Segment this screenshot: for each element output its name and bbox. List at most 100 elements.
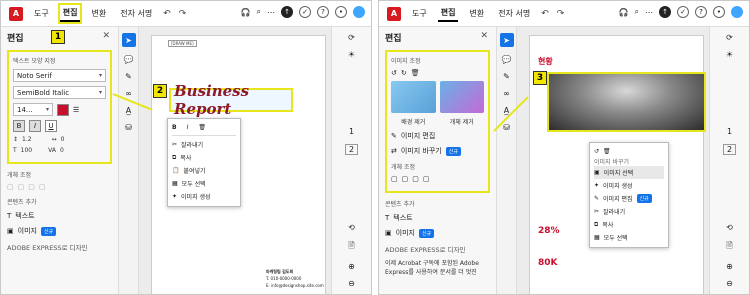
menu-tools[interactable]: 도구: [31, 6, 52, 21]
page-number[interactable]: 1: [727, 127, 732, 136]
font-select[interactable]: Noto Serif ▾: [13, 69, 106, 82]
zoom-out-icon[interactable]: ⊖: [348, 279, 355, 288]
link-icon[interactable]: ∞: [503, 89, 510, 98]
link-icon[interactable]: ∞: [125, 89, 132, 98]
add-text-button[interactable]: T 텍스트: [7, 211, 112, 221]
zoom-out-icon[interactable]: ⊖: [726, 279, 733, 288]
menu-copy[interactable]: ⧉ 복사: [594, 218, 664, 231]
menu-paste[interactable]: 📋 붙여넣기: [172, 164, 236, 177]
list-icon[interactable]: ☰: [73, 106, 79, 114]
menu-generate-image[interactable]: ✦ 이미지 생성: [172, 190, 236, 203]
menu-edit[interactable]: 편집: [57, 3, 83, 24]
sun-icon[interactable]: ☀: [348, 50, 355, 59]
zoom-in-icon[interactable]: ⊕: [348, 262, 355, 271]
text-color-swatch[interactable]: [57, 103, 69, 116]
trash-icon[interactable]: 🗑: [411, 69, 420, 77]
file-icon[interactable]: 🗎: [348, 240, 354, 254]
sun-icon[interactable]: ☀: [726, 50, 733, 59]
add-image-button[interactable]: ▣ 이미지 신규: [7, 226, 112, 236]
font-style-select[interactable]: SemiBold Italic ▾: [13, 86, 106, 99]
redo-icon[interactable]: ↷: [557, 9, 565, 19]
bold-icon[interactable]: B: [172, 124, 177, 131]
menu-generate-image[interactable]: ✦ 이미지 생성: [594, 179, 664, 192]
headphones-icon[interactable]: 🎧: [241, 8, 251, 17]
undo-icon[interactable]: ↶: [541, 9, 549, 19]
rotate-left-icon[interactable]: ↺: [391, 69, 397, 77]
undo-icon[interactable]: ↶: [163, 9, 171, 19]
stamp-icon[interactable]: ⛁: [503, 123, 510, 132]
menu-edit[interactable]: 편집: [437, 5, 459, 22]
menu-edit-image[interactable]: ✎ 이미지 편집 신규: [594, 192, 664, 205]
comment-icon[interactable]: 💬: [124, 55, 134, 64]
menu-select-all[interactable]: ▦ 모두 선택: [594, 231, 664, 244]
image-replace-button[interactable]: ⇄ 이미지 바꾸기 신규: [391, 146, 484, 156]
search-icon[interactable]: ⌕: [257, 7, 261, 17]
pen-icon[interactable]: ✎: [125, 72, 132, 81]
search-icon[interactable]: ⌕: [635, 7, 639, 17]
close-icon[interactable]: ✕: [102, 31, 110, 41]
baseline-value[interactable]: 0: [60, 147, 64, 154]
text-format-label: 텍스트 모양 지정: [13, 58, 56, 65]
menu-select-image[interactable]: ▣ 이미지 선택: [594, 166, 664, 179]
share-icon[interactable]: ↑: [659, 6, 671, 18]
file-icon[interactable]: 🗎: [726, 240, 732, 254]
menu-select-all[interactable]: ▦ 모두 선택: [172, 177, 236, 190]
pen-icon[interactable]: ✎: [503, 72, 510, 81]
avatar[interactable]: [731, 6, 743, 18]
page-number[interactable]: 1: [349, 127, 354, 136]
scale-value[interactable]: 100: [21, 147, 32, 154]
help-icon[interactable]: ?: [317, 6, 329, 18]
menu-tools[interactable]: 도구: [409, 6, 430, 21]
page-number-current[interactable]: 2: [344, 144, 359, 155]
italic-icon[interactable]: I: [187, 124, 189, 131]
text-select-icon[interactable]: A̲: [126, 106, 131, 115]
underline-button[interactable]: U: [45, 120, 57, 132]
select-tool-icon[interactable]: ➤: [499, 33, 514, 47]
bell-icon[interactable]: •: [713, 6, 725, 18]
image-edit-button[interactable]: ✎ 이미지 편집: [391, 131, 484, 141]
stamp-icon[interactable]: ⛁: [125, 123, 132, 132]
menu-esign[interactable]: 전자 서명: [117, 6, 155, 21]
refresh-icon[interactable]: ⟲: [726, 223, 733, 232]
more-icon[interactable]: ⋯: [267, 8, 275, 17]
help-icon[interactable]: ?: [695, 6, 707, 18]
staircase-image[interactable]: [547, 72, 706, 132]
trash-icon[interactable]: 🗑: [198, 124, 206, 131]
bell-icon[interactable]: •: [335, 6, 347, 18]
bold-button[interactable]: B: [13, 120, 25, 132]
select-tool-icon[interactable]: ➤: [121, 33, 136, 47]
headphones-icon[interactable]: 🎧: [619, 8, 629, 17]
obj-remove-thumb[interactable]: [439, 81, 484, 113]
close-icon[interactable]: ✕: [480, 31, 488, 41]
menu-convert[interactable]: 변환: [88, 6, 109, 21]
line-spacing-value[interactable]: 1.2: [22, 136, 32, 143]
sync-icon[interactable]: ⟳: [726, 33, 733, 42]
more-icon[interactable]: ⋯: [645, 8, 653, 17]
redo-icon[interactable]: ↷: [179, 9, 187, 19]
font-size-select[interactable]: 14... ▾: [13, 103, 53, 116]
avatar[interactable]: [353, 6, 365, 18]
check-icon[interactable]: ✓: [677, 6, 689, 18]
comment-icon[interactable]: 💬: [502, 55, 512, 64]
add-image-button[interactable]: ▣ 이미지 신규: [385, 228, 490, 238]
sync-icon[interactable]: ⟳: [348, 33, 355, 42]
add-text-button[interactable]: T 텍스트: [385, 213, 490, 223]
char-spacing-value[interactable]: 0: [61, 136, 65, 143]
menu-cut[interactable]: ✂ 잘라내기: [172, 138, 236, 151]
check-icon[interactable]: ✓: [299, 6, 311, 18]
business-report-text[interactable]: Business Report: [169, 82, 293, 118]
bg-remove-thumb[interactable]: [391, 81, 436, 113]
zoom-in-icon[interactable]: ⊕: [726, 262, 733, 271]
menu-convert[interactable]: 변환: [466, 6, 487, 21]
share-icon[interactable]: ↑: [281, 6, 293, 18]
left-screenshot: A 도구 편집 변환 전자 서명 ↶ ↷ 🎧 ⌕ ⋯ ↑ ✓ ? • 편집 ✕ …: [0, 0, 372, 295]
rotate-right-icon[interactable]: ↻: [401, 69, 407, 77]
page-number-current[interactable]: 2: [722, 144, 737, 155]
menu-esign[interactable]: 전자 서명: [495, 6, 533, 21]
menu-copy[interactable]: ⧉ 복사: [172, 151, 236, 164]
refresh-icon[interactable]: ⟲: [348, 223, 355, 232]
rotate-icon[interactable]: ↺: [594, 148, 599, 155]
italic-button[interactable]: I: [29, 120, 41, 132]
menu-cut[interactable]: ✂ 잘라내기: [594, 205, 664, 218]
trash-icon[interactable]: 🗑: [603, 148, 611, 155]
